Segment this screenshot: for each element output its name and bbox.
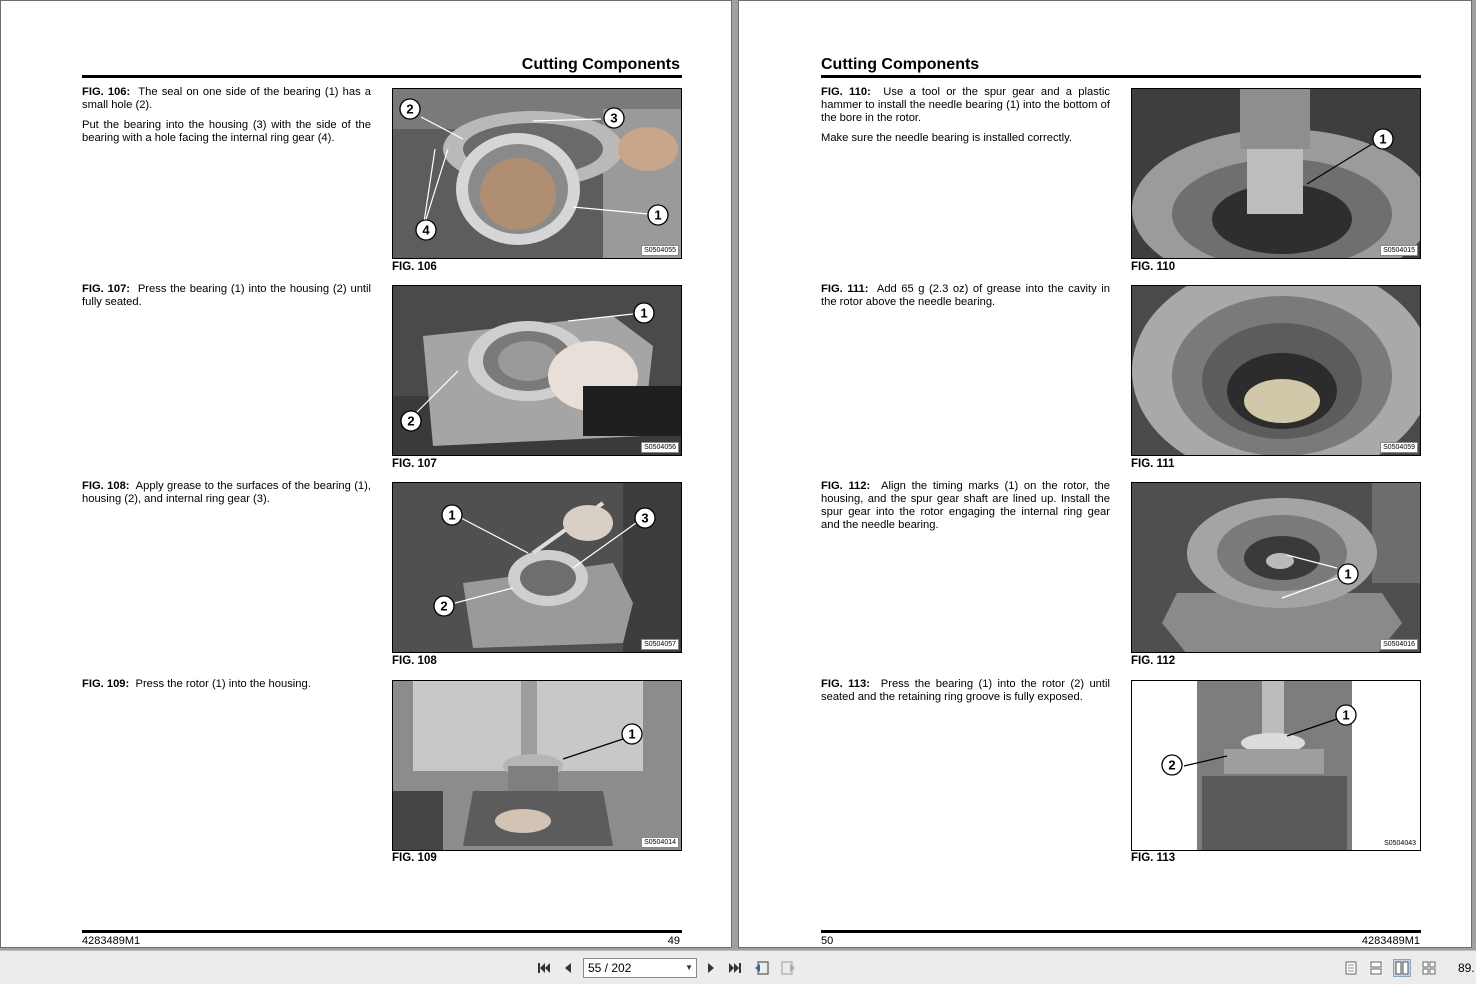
- next-view-button[interactable]: [779, 959, 797, 977]
- figure-caption: FIG. 109: [392, 852, 437, 864]
- figure-caption: FIG. 112: [1131, 655, 1176, 667]
- figure-code: S0504016: [1380, 639, 1418, 650]
- figure-code: S0504043: [1382, 839, 1418, 848]
- page-header-title: Cutting Components: [521, 56, 680, 73]
- svg-text:1: 1: [640, 306, 647, 321]
- figure-111-photo: S0504059: [1131, 285, 1421, 456]
- figure-code: S0504015: [1380, 245, 1418, 256]
- next-page-button[interactable]: [702, 959, 720, 977]
- header-rule: [821, 75, 1421, 78]
- footer-rule: [82, 930, 682, 933]
- svg-text:1: 1: [1342, 708, 1349, 723]
- header-rule: [82, 75, 682, 78]
- figure-caption: FIG. 106: [392, 261, 437, 273]
- svg-text:1: 1: [1344, 567, 1351, 582]
- footer-doc-number: 4283489M1: [82, 935, 141, 947]
- last-page-icon: [729, 963, 741, 973]
- figure-113-photo: 1 2 S0504043: [1131, 680, 1421, 851]
- footer-page-number: 49: [667, 935, 680, 947]
- figure-107-photo: 1 2 S0504056: [392, 285, 682, 456]
- figure-106-photo: 2 3 1 4 S0504055: [392, 88, 682, 259]
- svg-text:2: 2: [407, 414, 414, 429]
- instruction-fig-112: FIG. 112: Align the timing marks (1) on …: [821, 480, 1111, 531]
- last-page-button[interactable]: [726, 959, 744, 977]
- svg-text:1: 1: [628, 727, 635, 742]
- first-page-icon: [538, 963, 550, 973]
- document-viewport[interactable]: Cutting Components FIG. 106: The seal on…: [0, 0, 1476, 950]
- svg-text:2: 2: [1168, 758, 1175, 773]
- zoom-level[interactable]: 89.: [1458, 961, 1475, 975]
- instruction-fig-110: FIG. 110: Use a tool or the spur gear an…: [821, 86, 1110, 144]
- continuous-view-button[interactable]: [1367, 959, 1385, 977]
- first-page-button[interactable]: [535, 959, 553, 977]
- continuous-page-icon: [1370, 961, 1382, 975]
- svg-text:4: 4: [422, 223, 430, 238]
- instruction-fig-106: FIG. 106: The seal on one side of the be…: [82, 86, 371, 144]
- svg-text:3: 3: [610, 111, 617, 126]
- next-view-icon: [781, 961, 795, 975]
- figure-112-photo: 1 S0504016: [1131, 482, 1421, 653]
- footer-page-number: 50: [821, 935, 834, 947]
- instruction-fig-107: FIG. 107: Press the bearing (1) into the…: [82, 283, 372, 308]
- instruction-fig-108: FIG. 108: Apply grease to the surfaces o…: [82, 480, 371, 505]
- chevron-down-icon[interactable]: ▼: [685, 959, 693, 977]
- figure-code: S0504055: [641, 245, 679, 256]
- svg-text:2: 2: [406, 102, 413, 117]
- figure-caption: FIG. 108: [392, 655, 437, 667]
- next-page-icon: [708, 963, 714, 973]
- figure-code: S0504059: [1380, 442, 1418, 453]
- previous-view-icon: [755, 961, 769, 975]
- instruction-fig-111: FIG. 111: Add 65 g (2.3 oz) of grease in…: [821, 283, 1110, 308]
- page-50: Cutting Components FIG. 110: Use a tool …: [738, 0, 1472, 948]
- figure-caption: FIG. 111: [1131, 458, 1175, 470]
- instruction-fig-109: FIG. 109: Press the rotor (1) into the h…: [82, 678, 311, 690]
- figure-code: S0504057: [641, 639, 679, 650]
- page-49: Cutting Components FIG. 106: The seal on…: [0, 0, 732, 948]
- page-number-field[interactable]: 55 / 202 ▼: [583, 958, 697, 978]
- facing-view-button[interactable]: [1393, 959, 1411, 977]
- figure-caption: FIG. 110: [1131, 261, 1176, 273]
- single-page-view-button[interactable]: [1342, 959, 1360, 977]
- svg-text:1: 1: [448, 508, 455, 523]
- svg-text:1: 1: [654, 208, 661, 223]
- viewer-toolbar: 55 / 202 ▼ 89.: [0, 950, 1476, 984]
- facing-pages-icon: [1395, 961, 1409, 975]
- continuous-facing-view-button[interactable]: [1420, 959, 1438, 977]
- figure-109-photo: 1 S0504014: [392, 680, 682, 851]
- previous-view-button[interactable]: [753, 959, 771, 977]
- figure-code: S0504056: [641, 442, 679, 453]
- figure-caption: FIG. 113: [1131, 852, 1176, 864]
- single-page-icon: [1345, 961, 1357, 975]
- svg-text:2: 2: [440, 599, 447, 614]
- instruction-fig-113: FIG. 113: Press the bearing (1) into the…: [821, 678, 1110, 703]
- previous-page-icon: [565, 963, 571, 973]
- page-header-title: Cutting Components: [821, 56, 980, 73]
- footer-rule: [821, 930, 1421, 933]
- figure-caption: FIG. 107: [392, 458, 437, 470]
- figure-108-photo: 1 3 2 S0504057: [392, 482, 682, 653]
- figure-110-photo: 1 S0504015: [1131, 88, 1421, 259]
- footer-doc-number: 4283489M1: [1361, 935, 1420, 947]
- page-indicator-text: 55 / 202: [588, 961, 632, 975]
- figure-code: S0504014: [641, 837, 679, 848]
- svg-text:1: 1: [1379, 132, 1386, 147]
- svg-text:3: 3: [641, 511, 648, 526]
- previous-page-button[interactable]: [559, 959, 577, 977]
- continuous-facing-icon: [1422, 961, 1436, 975]
